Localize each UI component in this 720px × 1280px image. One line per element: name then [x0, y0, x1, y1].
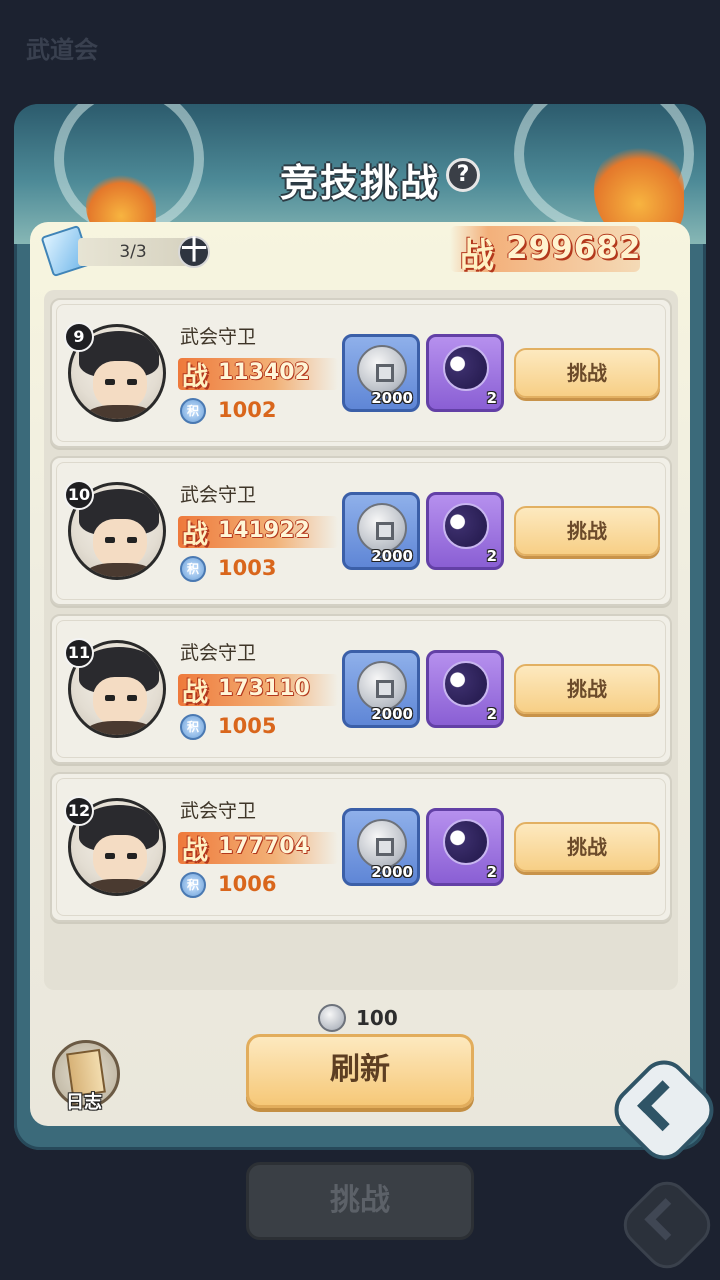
- spirit-orb-icon: [443, 345, 489, 391]
- opponent-row: 12 武会守卫 战 177704 积 1006 2000 2 挑战: [50, 772, 672, 922]
- opponent-power: 战 141922: [178, 516, 338, 550]
- coin-reward[interactable]: 2000: [342, 650, 420, 728]
- background-title: 武道会: [26, 36, 98, 64]
- challenge-button[interactable]: 挑战: [514, 822, 660, 872]
- score-icon: 积: [180, 872, 206, 898]
- orb-reward-qty: 2: [486, 705, 497, 723]
- rank-badge: 10: [64, 480, 94, 510]
- coin-reward-qty: 2000: [371, 705, 413, 723]
- opponent-score: 1002: [218, 398, 277, 422]
- coin-icon: [357, 661, 407, 711]
- score-icon: 积: [180, 714, 206, 740]
- orb-reward[interactable]: 2: [426, 492, 504, 570]
- spirit-orb-icon: [443, 661, 489, 707]
- score-icon: 积: [180, 556, 206, 582]
- opponent-row: 9 武会守卫 战 113402 积 1002 2000 2 挑战: [50, 298, 672, 448]
- opponent-name: 武会守卫: [180, 326, 257, 348]
- opponent-power-value: 173110: [218, 676, 310, 701]
- orb-reward-qty: 2: [486, 547, 497, 565]
- power-glyph: 战: [182, 520, 209, 550]
- power-glyph: 战: [182, 836, 209, 866]
- challenge-button[interactable]: 挑战: [514, 348, 660, 398]
- back-arrow-icon: [637, 1080, 689, 1132]
- opponent-score: 1005: [218, 714, 277, 738]
- power-glyph: 战: [182, 678, 209, 708]
- opponent-score: 1006: [218, 872, 277, 896]
- coin-reward[interactable]: 2000: [342, 808, 420, 886]
- orb-reward-qty: 2: [486, 389, 497, 407]
- total-power-value: 299682: [506, 230, 642, 266]
- power-glyph: 战: [182, 362, 209, 392]
- refresh-cost: 100: [356, 1006, 398, 1030]
- opponent-power: 战 177704: [178, 832, 338, 866]
- power-glyph: 战: [460, 236, 494, 276]
- background-challenge-button: 挑战: [246, 1162, 474, 1240]
- opponent-power-value: 113402: [218, 360, 310, 385]
- opponent-power: 战 113402: [178, 358, 338, 392]
- coin-icon: [357, 819, 407, 869]
- spirit-orb-icon: [443, 503, 489, 549]
- coin-icon: [318, 1004, 346, 1032]
- coin-reward-qty: 2000: [371, 547, 413, 565]
- challenge-button[interactable]: 挑战: [514, 506, 660, 556]
- challenge-button[interactable]: 挑战: [514, 664, 660, 714]
- orb-reward[interactable]: 2: [426, 650, 504, 728]
- coin-reward[interactable]: 2000: [342, 492, 420, 570]
- total-power: 战 299682: [450, 226, 642, 276]
- spirit-orb-icon: [443, 819, 489, 865]
- opponent-power-value: 177704: [218, 834, 310, 859]
- opponent-score: 1003: [218, 556, 277, 580]
- panel-title: 竞技挑战: [279, 161, 440, 205]
- orb-reward-qty: 2: [486, 863, 497, 881]
- log-label: 日志: [66, 1092, 102, 1113]
- opponent-row: 10 武会守卫 战 141922 积 1003 2000 2 挑战: [50, 456, 672, 606]
- refresh-button[interactable]: 刷新: [246, 1034, 474, 1108]
- coin-icon: [357, 503, 407, 553]
- opponent-name: 武会守卫: [180, 800, 257, 822]
- back-arrow-icon: [644, 1198, 687, 1241]
- orb-reward[interactable]: 2: [426, 334, 504, 412]
- coin-reward[interactable]: 2000: [342, 334, 420, 412]
- coin-reward-qty: 2000: [371, 863, 413, 881]
- rank-badge: 11: [64, 638, 94, 668]
- score-icon: 积: [180, 398, 206, 424]
- opponent-row: 11 武会守卫 战 173110 积 1005 2000 2 挑战: [50, 614, 672, 764]
- opponent-power-value: 141922: [218, 518, 310, 543]
- coin-reward-qty: 2000: [371, 389, 413, 407]
- opponent-power: 战 173110: [178, 674, 338, 708]
- add-ticket-button[interactable]: 十: [178, 236, 210, 268]
- rank-badge: 12: [64, 796, 94, 826]
- help-icon[interactable]: ?: [446, 158, 480, 192]
- opponent-name: 武会守卫: [180, 484, 257, 506]
- rank-badge: 9: [64, 322, 94, 352]
- orb-reward[interactable]: 2: [426, 808, 504, 886]
- background-back-button: [614, 1172, 720, 1278]
- ticket-count: 3/3: [78, 238, 188, 266]
- coin-icon: [357, 345, 407, 395]
- opponent-name: 武会守卫: [180, 642, 257, 664]
